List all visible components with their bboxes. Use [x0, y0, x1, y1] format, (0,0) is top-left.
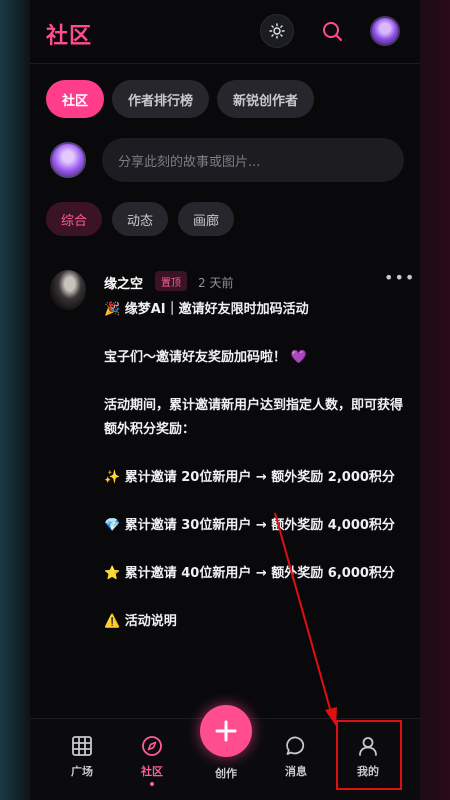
pinned-badge: 置顶 [155, 271, 187, 291]
nav-messages-label: 消息 [285, 765, 307, 778]
more-options-icon[interactable]: ••• [384, 268, 415, 287]
tab-author-ranking[interactable]: 作者排行榜 [112, 80, 210, 118]
create-button[interactable] [200, 705, 252, 757]
reward-30: 💎 累计邀请 30位新用户 → 额外奖励 4,000积分 [104, 518, 395, 533]
grid-icon [72, 736, 92, 756]
reward-40: ⭐ 累计邀请 40位新用户 → 额外奖励 6,000积分 [104, 566, 395, 581]
filter-gallery[interactable]: 画廊 [178, 202, 235, 236]
nav-messages[interactable]: 消息 [260, 719, 332, 800]
active-indicator-dot [150, 782, 154, 786]
nav-community-label: 社区 [141, 765, 163, 778]
tab-community[interactable]: 社区 [46, 80, 105, 118]
annotation-highlight-box [336, 720, 402, 790]
filter-all[interactable]: 综合 [46, 202, 103, 236]
tab-new-creators[interactable]: 新锐创作者 [217, 80, 315, 118]
top-header: 社区 [30, 0, 420, 64]
reward-20: ✨ 累计邀请 20位新用户 → 额外奖励 2,000积分 [104, 470, 395, 485]
filter-updates[interactable]: 动态 [112, 202, 169, 236]
app-screen: 社区 社区 作者排行榜 新锐创作者 分享此刻的故事或图片... 综合 动态 画廊… [30, 0, 420, 800]
feed-filter-tabs: 综合 动态 画廊 [46, 202, 235, 236]
nav-community[interactable]: 社区 [116, 719, 188, 800]
community-tabs: 社区 作者排行榜 新锐创作者 [46, 80, 315, 118]
post-composer-input[interactable]: 分享此刻的故事或图片... [102, 138, 404, 182]
post-headline: 🎉 缘梦AI｜邀请好友限时加码活动 [104, 302, 309, 317]
compass-icon [142, 736, 162, 756]
post-time: 2 天前 [198, 276, 234, 290]
page-title: 社区 [46, 24, 93, 49]
post-author-name[interactable]: 缘之空 [104, 273, 143, 292]
nav-plaza-label: 广场 [71, 765, 93, 778]
search-button[interactable] [315, 14, 349, 48]
search-icon [323, 22, 342, 41]
post-line-1: 宝子们～邀请好友奖励加码啦！ 💜 [104, 350, 307, 365]
activity-notice: ⚠️ 活动说明 [104, 614, 177, 629]
sun-icon [269, 23, 285, 39]
chat-bubble-icon [286, 736, 305, 755]
composer-avatar [50, 142, 86, 178]
user-avatar[interactable] [370, 16, 400, 46]
nav-plaza[interactable]: 广场 [46, 719, 118, 800]
plus-icon [215, 720, 237, 742]
theme-toggle-button[interactable] [260, 14, 294, 48]
post-line-2: 活动期间，累计邀请新用户达到指定人数，即可获得额外积分奖励： [104, 398, 404, 437]
post-content: 🎉 缘梦AI｜邀请好友限时加码活动 宝子们～邀请好友奖励加码啦！ 💜 活动期间，… [104, 298, 404, 634]
create-label: 创作 [215, 767, 237, 780]
post-author-avatar[interactable] [50, 270, 86, 310]
